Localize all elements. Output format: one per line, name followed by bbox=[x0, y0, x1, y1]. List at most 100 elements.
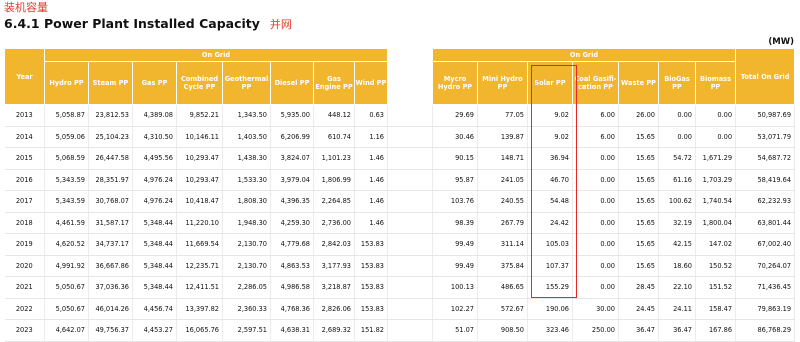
gap-cell bbox=[387, 298, 433, 320]
value-cell: 0.00 bbox=[572, 233, 619, 256]
table-row: 2019 4,620.52 34,737.17 5,348.44 11,669.54 2,… bbox=[4, 233, 796, 256]
value-cell: 4,642.07 bbox=[44, 319, 89, 342]
column-header: Gas PP bbox=[132, 61, 177, 105]
value-cell: 5,348.44 bbox=[132, 276, 177, 299]
value-cell: 0.00 bbox=[572, 169, 619, 191]
value-cell: 0.00 bbox=[572, 255, 619, 277]
value-cell: 2,360.33 bbox=[222, 298, 271, 320]
page-title: 6.4.1 Power Plant Installed Capacity 并网 bbox=[4, 17, 292, 32]
value-cell: 1,806.99 bbox=[313, 169, 355, 191]
table-row: 2013 5,058.87 23,812.53 4,389.08 9,852.21 1,3… bbox=[4, 104, 796, 127]
table-row: 2018 4,461.59 31,587.17 5,348.44 11,220.10 1,… bbox=[4, 212, 796, 234]
gap-cell bbox=[387, 212, 433, 234]
value-cell: 0.00 bbox=[572, 147, 619, 170]
value-cell: 31,587.17 bbox=[88, 212, 133, 234]
value-cell: 77.05 bbox=[477, 104, 528, 127]
title-text: 6.4.1 Power Plant Installed Capacity bbox=[4, 16, 260, 31]
value-cell: 4,259.30 bbox=[270, 212, 314, 234]
table-row: 2015 5,068.59 26,447.58 4,495.56 10,293.47 1,… bbox=[4, 147, 796, 170]
value-cell: 4,453.27 bbox=[132, 319, 177, 342]
value-cell: 51.07 bbox=[432, 319, 478, 342]
value-cell: 1,808.30 bbox=[222, 190, 271, 213]
value-cell: 240.55 bbox=[477, 190, 528, 213]
value-cell: 9.02 bbox=[527, 126, 573, 148]
value-cell: 15.65 bbox=[618, 212, 659, 234]
value-cell: 1,101.23 bbox=[313, 147, 355, 170]
value-cell: 1,740.54 bbox=[695, 190, 737, 213]
value-cell: 153.83 bbox=[354, 255, 388, 277]
value-cell: 2,130.70 bbox=[222, 233, 271, 256]
value-cell: 0.00 bbox=[695, 104, 737, 127]
year-header: Year bbox=[4, 48, 45, 105]
table-row: 2022 5,050.67 46,014.26 4,456.74 13,397.82 2,… bbox=[4, 298, 796, 320]
value-cell: 153.83 bbox=[354, 276, 388, 299]
column-header: Geothermal PP bbox=[222, 61, 271, 105]
value-cell: 2,130.70 bbox=[222, 255, 271, 277]
value-cell: 54,687.72 bbox=[735, 147, 796, 170]
value-cell: 150.52 bbox=[695, 255, 737, 277]
value-cell: 15.65 bbox=[618, 233, 659, 256]
value-cell: 5,343.59 bbox=[44, 169, 89, 191]
value-cell: 9,852.21 bbox=[176, 104, 223, 127]
value-cell: 1.46 bbox=[354, 169, 388, 191]
value-cell: 4,986.58 bbox=[270, 276, 314, 299]
value-cell: 46.70 bbox=[527, 169, 573, 191]
gap-cell bbox=[387, 147, 433, 170]
value-cell: 58,419.64 bbox=[735, 169, 796, 191]
value-cell: 0.00 bbox=[572, 212, 619, 234]
value-cell: 26.00 bbox=[618, 104, 659, 127]
value-cell: 6.00 bbox=[572, 104, 619, 127]
year-cell: 2017 bbox=[4, 190, 45, 213]
value-cell: 30.00 bbox=[572, 298, 619, 320]
value-cell: 90.15 bbox=[432, 147, 478, 170]
column-header: Waste PP bbox=[618, 61, 659, 105]
value-cell: 5,058.87 bbox=[44, 104, 89, 127]
value-cell: 267.79 bbox=[477, 212, 528, 234]
value-cell: 50,987.69 bbox=[735, 104, 796, 127]
value-cell: 4,863.53 bbox=[270, 255, 314, 277]
value-cell: 148.71 bbox=[477, 147, 528, 170]
column-header: Hydro PP bbox=[44, 61, 89, 105]
year-cell: 2019 bbox=[4, 233, 45, 256]
value-cell: 5,348.44 bbox=[132, 255, 177, 277]
value-cell: 61.16 bbox=[658, 169, 696, 191]
value-cell: 0.00 bbox=[658, 126, 696, 148]
value-cell: 103.76 bbox=[432, 190, 478, 213]
value-cell: 5,050.67 bbox=[44, 298, 89, 320]
value-cell: 70,264.07 bbox=[735, 255, 796, 277]
value-cell: 28,351.97 bbox=[88, 169, 133, 191]
value-cell: 241.05 bbox=[477, 169, 528, 191]
column-header: Mycro Hydro PP bbox=[432, 61, 478, 105]
gap-cell bbox=[387, 169, 433, 191]
value-cell: 3,177.93 bbox=[313, 255, 355, 277]
value-cell: 26,447.58 bbox=[88, 147, 133, 170]
value-cell: 4,396.35 bbox=[270, 190, 314, 213]
value-cell: 4,976.24 bbox=[132, 190, 177, 213]
column-header: Mini Hydro PP bbox=[477, 61, 528, 105]
value-cell: 4,461.59 bbox=[44, 212, 89, 234]
value-cell: 99.49 bbox=[432, 233, 478, 256]
annotation-label: 装机容量 bbox=[4, 1, 48, 14]
value-cell: 1.46 bbox=[354, 147, 388, 170]
year-cell: 2020 bbox=[4, 255, 45, 277]
total-header: Total On Grid bbox=[735, 48, 796, 105]
gap-header bbox=[387, 48, 433, 105]
value-cell: 10,418.47 bbox=[176, 190, 223, 213]
value-cell: 448.12 bbox=[313, 104, 355, 127]
value-cell: 908.50 bbox=[477, 319, 528, 342]
value-cell: 99.49 bbox=[432, 255, 478, 277]
value-cell: 610.74 bbox=[313, 126, 355, 148]
value-cell: 37,036.36 bbox=[88, 276, 133, 299]
value-cell: 36.47 bbox=[658, 319, 696, 342]
value-cell: 36.94 bbox=[527, 147, 573, 170]
value-cell: 2,286.05 bbox=[222, 276, 271, 299]
value-cell: 12,411.51 bbox=[176, 276, 223, 299]
value-cell: 34,737.17 bbox=[88, 233, 133, 256]
table-row: 2017 5,343.59 30,768.07 4,976.24 10,418.47 1,… bbox=[4, 190, 796, 213]
value-cell: 18.60 bbox=[658, 255, 696, 277]
value-cell: 6,206.99 bbox=[270, 126, 314, 148]
value-cell: 190.06 bbox=[527, 298, 573, 320]
year-cell: 2021 bbox=[4, 276, 45, 299]
gap-cell bbox=[387, 319, 433, 342]
value-cell: 28.45 bbox=[618, 276, 659, 299]
